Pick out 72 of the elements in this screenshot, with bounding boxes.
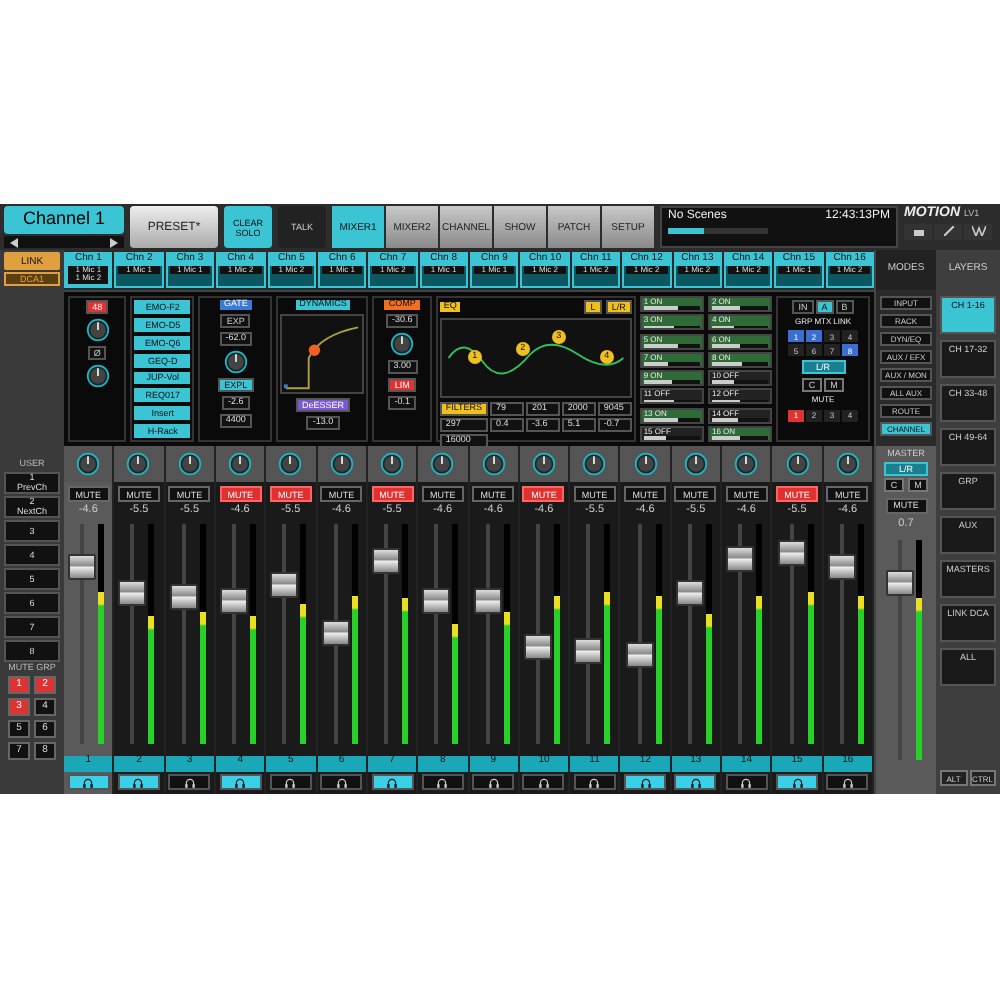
wave-icon[interactable]: [964, 223, 992, 240]
headphones-icon: [284, 777, 297, 787]
knob[interactable]: [531, 452, 556, 476]
headphones-icon: [588, 777, 601, 787]
headphones-button[interactable]: [826, 774, 869, 790]
fader-handle[interactable]: [118, 579, 147, 606]
knob[interactable]: [177, 452, 202, 476]
knob[interactable]: [481, 452, 506, 476]
headphones-icon: [791, 777, 804, 787]
fader-handle[interactable]: [473, 587, 502, 614]
knob[interactable]: [734, 452, 759, 476]
knob[interactable]: [76, 452, 101, 476]
fader-handle[interactable]: [625, 642, 654, 669]
headphones-button[interactable]: [674, 774, 717, 790]
fader-handle[interactable]: [675, 579, 704, 606]
knob[interactable]: [683, 452, 708, 476]
headphones-button[interactable]: [472, 774, 515, 790]
knob[interactable]: [228, 452, 253, 476]
channel-name: Channel 1: [4, 206, 124, 234]
dynamics-graph: [280, 313, 365, 394]
fader-handle[interactable]: [574, 638, 603, 665]
headphones-icon: [487, 777, 500, 787]
headphones-button[interactable]: [219, 774, 262, 790]
headphones-button[interactable]: [67, 774, 110, 790]
knob[interactable]: [582, 452, 607, 476]
fader-handle[interactable]: [777, 539, 806, 566]
headphones-button[interactable]: [624, 774, 667, 790]
headphones-icon: [689, 777, 702, 787]
fader-handle[interactable]: [169, 583, 198, 610]
headphones-icon: [234, 777, 247, 787]
knob[interactable]: [835, 452, 860, 476]
headphones-icon: [132, 777, 145, 787]
headphones-button[interactable]: [117, 774, 160, 790]
headphones-icon: [639, 777, 652, 787]
knob[interactable]: [223, 349, 248, 374]
knob[interactable]: [430, 452, 455, 476]
headphones-button[interactable]: [573, 774, 616, 790]
fader-handle[interactable]: [68, 553, 97, 580]
fader-handle[interactable]: [523, 634, 552, 661]
headphones-button[interactable]: [421, 774, 464, 790]
fader-handle[interactable]: [827, 553, 856, 580]
headphones-button[interactable]: [371, 774, 414, 790]
knob[interactable]: [329, 452, 354, 476]
knob[interactable]: [633, 452, 658, 476]
fader-handle[interactable]: [422, 587, 451, 614]
headphones-icon: [740, 777, 753, 787]
knob[interactable]: [126, 452, 151, 476]
knob[interactable]: [85, 318, 110, 342]
headphones-icon: [841, 777, 854, 787]
knob[interactable]: [278, 452, 303, 476]
knob[interactable]: [85, 364, 110, 388]
fader-handle[interactable]: [220, 587, 249, 614]
headphones-icon: [335, 777, 348, 787]
fader-handle[interactable]: [886, 569, 914, 596]
headphones-icon: [183, 777, 196, 787]
headphones-icon: [537, 777, 550, 787]
knob[interactable]: [390, 331, 415, 356]
headphones-icon: [82, 777, 95, 787]
headphones-button[interactable]: [522, 774, 565, 790]
fader-handle[interactable]: [270, 571, 299, 598]
fader-handle[interactable]: [372, 547, 401, 574]
headphones-button[interactable]: [725, 774, 768, 790]
knob[interactable]: [380, 452, 405, 476]
knob[interactable]: [785, 452, 810, 476]
headphones-icon: [436, 777, 449, 787]
fader-handle[interactable]: [321, 620, 350, 647]
headphones-button[interactable]: [320, 774, 363, 790]
headphones-icon: [386, 777, 399, 787]
headphones-button[interactable]: [168, 774, 211, 790]
headphones-button[interactable]: [776, 774, 819, 790]
headphones-button[interactable]: [269, 774, 312, 790]
fader-handle[interactable]: [726, 545, 755, 572]
